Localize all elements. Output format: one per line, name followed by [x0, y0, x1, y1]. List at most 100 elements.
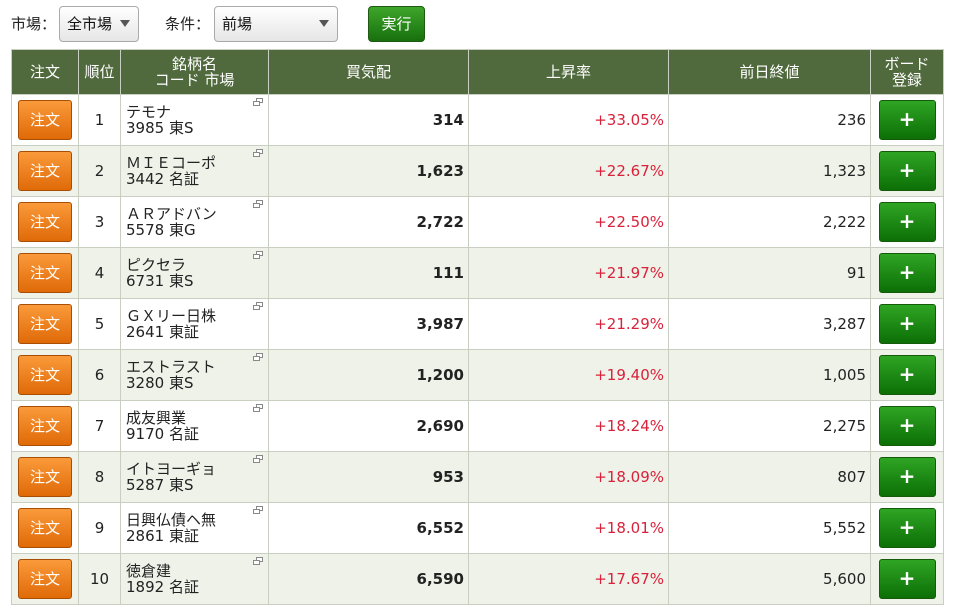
table-row: 注文 9 日興仏債ヘ無 2861 東証 6,552 +18.01% 5,552 +: [11, 502, 944, 554]
stock-code-market: 2641 東証: [126, 323, 199, 341]
rate-cell: +22.50%: [468, 196, 669, 248]
rank-cell: 3: [78, 196, 121, 248]
header-name-line1: 銘柄名: [171, 55, 217, 73]
rank-cell: 1: [78, 94, 121, 146]
table-row: 注文 6 エストラスト 3280 東S 1,200 +19.40% 1,005 +: [11, 349, 944, 401]
stock-name-link[interactable]: テモナ: [126, 104, 264, 120]
order-cell: 注文: [11, 298, 79, 350]
plus-icon: +: [898, 311, 916, 335]
add-to-board-button[interactable]: +: [878, 151, 936, 191]
new-window-icon[interactable]: [253, 455, 263, 463]
ranking-table: 注文 順位 銘柄名 コード 市場 買気配 上昇率 前日終値 ボード 登録 注文 1…: [11, 49, 944, 605]
stock-code-market: 5578 東G: [126, 221, 196, 239]
prev-close-cell: 2,275: [668, 400, 871, 452]
order-button[interactable]: 注文: [18, 355, 72, 395]
add-to-board-button[interactable]: +: [878, 355, 936, 395]
order-button[interactable]: 注文: [18, 457, 72, 497]
rank-cell: 10: [78, 553, 121, 605]
rank-cell: 2: [78, 145, 121, 197]
order-button[interactable]: 注文: [18, 559, 72, 599]
stock-cell: 成友興業 9170 名証: [120, 400, 269, 452]
market-select[interactable]: 全市場: [59, 6, 139, 42]
stock-code-market: 2861 東証: [126, 527, 199, 545]
header-rate: 上昇率: [468, 49, 669, 95]
condition-select-value: 前場: [222, 15, 253, 33]
plus-icon: +: [898, 362, 916, 386]
add-to-board-button[interactable]: +: [878, 457, 936, 497]
plus-icon: +: [898, 515, 916, 539]
order-button[interactable]: 注文: [18, 508, 72, 548]
prev-close-cell: 2,222: [668, 196, 871, 248]
add-to-board-button[interactable]: +: [878, 304, 936, 344]
add-to-board-button[interactable]: +: [878, 202, 936, 242]
order-button[interactable]: 注文: [18, 253, 72, 293]
market-label: 市場：: [11, 15, 57, 33]
plus-icon: +: [898, 209, 916, 233]
new-window-icon[interactable]: [253, 251, 263, 259]
stock-cell: 徳倉建 1892 名証: [120, 553, 269, 605]
order-button[interactable]: 注文: [18, 406, 72, 446]
new-window-icon[interactable]: [253, 353, 263, 361]
add-to-board-button[interactable]: +: [878, 253, 936, 293]
new-window-icon[interactable]: [253, 302, 263, 310]
stock-name-link[interactable]: 成友興業: [126, 410, 264, 426]
header-bid: 買気配: [268, 49, 469, 95]
prev-close-cell: 236: [668, 94, 871, 146]
order-button[interactable]: 注文: [18, 202, 72, 242]
rank-cell: 9: [78, 502, 121, 554]
order-cell: 注文: [11, 451, 79, 503]
order-button[interactable]: 注文: [18, 304, 72, 344]
stock-name-link[interactable]: 日興仏債ヘ無: [126, 512, 264, 528]
stock-cell: エストラスト 3280 東S: [120, 349, 269, 401]
stock-cell: テモナ 3985 東S: [120, 94, 269, 146]
chevron-down-icon: [120, 20, 130, 27]
order-button[interactable]: 注文: [18, 151, 72, 191]
header-board-line2: 登録: [891, 71, 922, 89]
toolbar: 市場： 全市場 条件： 前場 実行: [0, 0, 953, 48]
stock-cell: 日興仏債ヘ無 2861 東証: [120, 502, 269, 554]
new-window-icon[interactable]: [253, 98, 263, 106]
new-window-icon[interactable]: [253, 200, 263, 208]
stock-name-link[interactable]: ＧＸリー日株: [126, 308, 264, 324]
table-row: 注文 8 イトヨーギョ 5287 東S 953 +18.09% 807 +: [11, 451, 944, 503]
order-cell: 注文: [11, 247, 79, 299]
stock-name-link[interactable]: ＡＲアドバン: [126, 206, 264, 222]
add-to-board-button[interactable]: +: [878, 508, 936, 548]
add-to-board-button[interactable]: +: [878, 406, 936, 446]
stock-cell: イトヨーギョ 5287 東S: [120, 451, 269, 503]
new-window-icon[interactable]: [253, 404, 263, 412]
bid-cell: 1,623: [268, 145, 469, 197]
table-header-row: 注文 順位 銘柄名 コード 市場 買気配 上昇率 前日終値 ボード 登録: [11, 49, 944, 95]
add-to-board-button[interactable]: +: [878, 100, 936, 140]
board-cell: +: [870, 196, 944, 248]
order-cell: 注文: [11, 196, 79, 248]
table-row: 注文 10 徳倉建 1892 名証 6,590 +17.67% 5,600 +: [11, 553, 944, 605]
add-to-board-button[interactable]: +: [878, 559, 936, 599]
new-window-icon[interactable]: [253, 149, 263, 157]
bid-cell: 6,552: [268, 502, 469, 554]
stock-cell: ＡＲアドバン 5578 東G: [120, 196, 269, 248]
prev-close-cell: 91: [668, 247, 871, 299]
rank-cell: 8: [78, 451, 121, 503]
table-row: 注文 7 成友興業 9170 名証 2,690 +18.24% 2,275 +: [11, 400, 944, 452]
stock-name-link[interactable]: ＭＩＥコーポ: [126, 155, 264, 171]
rate-cell: +21.29%: [468, 298, 669, 350]
stock-name-link[interactable]: ピクセラ: [126, 257, 264, 273]
stock-name-link[interactable]: 徳倉建: [126, 563, 264, 579]
order-button[interactable]: 注文: [18, 100, 72, 140]
condition-select[interactable]: 前場: [214, 6, 338, 42]
new-window-icon[interactable]: [253, 557, 263, 565]
rank-cell: 4: [78, 247, 121, 299]
new-window-icon[interactable]: [253, 506, 263, 514]
stock-cell: ピクセラ 6731 東S: [120, 247, 269, 299]
run-button[interactable]: 実行: [368, 6, 425, 42]
stock-name-link[interactable]: エストラスト: [126, 359, 264, 375]
stock-code-market: 3280 東S: [126, 374, 194, 392]
plus-icon: +: [898, 260, 916, 284]
prev-close-cell: 5,552: [668, 502, 871, 554]
bid-cell: 111: [268, 247, 469, 299]
rate-cell: +18.09%: [468, 451, 669, 503]
condition-label: 条件：: [165, 15, 211, 33]
board-cell: +: [870, 349, 944, 401]
stock-name-link[interactable]: イトヨーギョ: [126, 461, 264, 477]
